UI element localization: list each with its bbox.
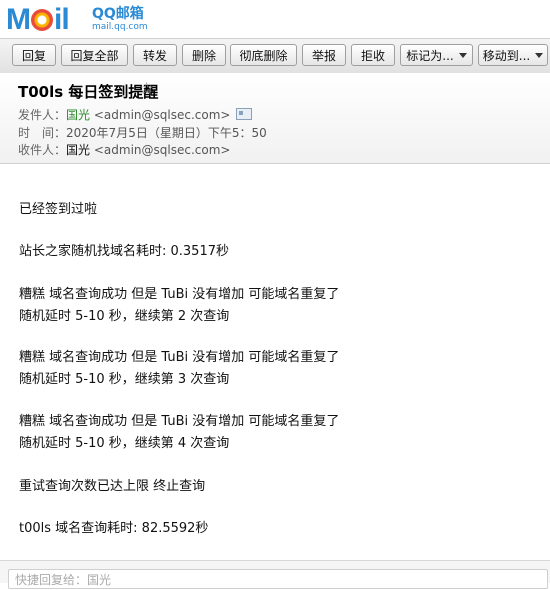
qqmail-logo[interactable]: Mil	[6, 3, 70, 37]
contact-card-icon[interactable]	[236, 108, 253, 120]
body-line: 重试查询次数已达上限 终止查询	[19, 479, 206, 494]
mail-subject: T00ls 每日签到提醒	[18, 83, 159, 101]
body-line: 随机延时 5-10 秒，继续第 4 次查询	[19, 436, 230, 451]
logo-bar: Mil QQ邮箱 mail.qq.com	[0, 0, 550, 38]
logo-circle-icon	[31, 9, 53, 31]
body-line: t00ls 域名查询耗时: 82.5592秒	[19, 521, 209, 536]
quick-reply-bar: 快捷回复给：国光	[0, 560, 550, 589]
delete-button[interactable]: 删除	[182, 44, 226, 66]
from-label: 发件人：	[18, 108, 67, 122]
quick-reply-input[interactable]: 快捷回复给：国光	[8, 569, 548, 589]
body-line: 已经签到过啦	[19, 202, 98, 217]
body-line: 随机延时 5-10 秒，继续第 2 次查询	[19, 309, 230, 324]
time-label: 时 间：	[18, 126, 67, 140]
forward-button[interactable]: 转发	[133, 44, 177, 66]
to-label: 收件人：	[18, 143, 67, 157]
chevron-down-icon	[458, 53, 467, 58]
from-name[interactable]: 国光	[66, 108, 90, 122]
body-line: 站长之家随机找域名耗时: 0.3517秒	[19, 244, 229, 259]
to-address: <admin@sqlsec.com>	[93, 143, 231, 157]
body-line: 糟糕 域名查询成功 但是 TuBi 没有增加 可能域名重复了	[19, 287, 340, 302]
body-line: 糟糕 域名查询成功 但是 TuBi 没有增加 可能域名重复了	[19, 414, 340, 429]
body-line: 糟糕 域名查询成功 但是 TuBi 没有增加 可能域名重复了	[19, 350, 340, 365]
move-to-dropdown[interactable]: 移动到...	[478, 44, 548, 66]
mail-toolbar: 回复 回复全部 转发 删除 彻底删除 举报 拒收 标记为... 移动到...	[0, 38, 550, 74]
reject-button[interactable]: 拒收	[351, 44, 395, 66]
from-address: <admin@sqlsec.com>	[93, 108, 231, 122]
time-row: 时 间：2020年7月5日（星期日）下午5：50	[18, 124, 267, 142]
time-value: 2020年7月5日（星期日）下午5：50	[66, 126, 267, 140]
reply-button[interactable]: 回复	[12, 44, 56, 66]
reply-all-button[interactable]: 回复全部	[61, 44, 128, 66]
from-row: 发件人：国光 <admin@sqlsec.com>	[18, 106, 253, 124]
chevron-down-icon	[535, 53, 544, 58]
logo-domain-text: mail.qq.com	[92, 22, 148, 32]
report-button[interactable]: 举报	[302, 44, 346, 66]
to-row: 收件人：国光 <admin@sqlsec.com>	[18, 141, 230, 159]
permanent-delete-button[interactable]: 彻底删除	[230, 44, 297, 66]
mail-header: T00ls 每日签到提醒 ☆ 发件人：国光 <admin@sqlsec.com>…	[0, 73, 550, 164]
mark-as-dropdown[interactable]: 标记为...	[400, 44, 473, 66]
to-name[interactable]: 国光	[66, 143, 90, 157]
logo-cn-text: QQ邮箱	[92, 6, 144, 22]
logo-text: QQ邮箱 mail.qq.com	[92, 6, 148, 33]
body-line: 随机延时 5-10 秒，继续第 3 次查询	[19, 372, 230, 387]
star-icon[interactable]: ☆	[139, 80, 154, 98]
